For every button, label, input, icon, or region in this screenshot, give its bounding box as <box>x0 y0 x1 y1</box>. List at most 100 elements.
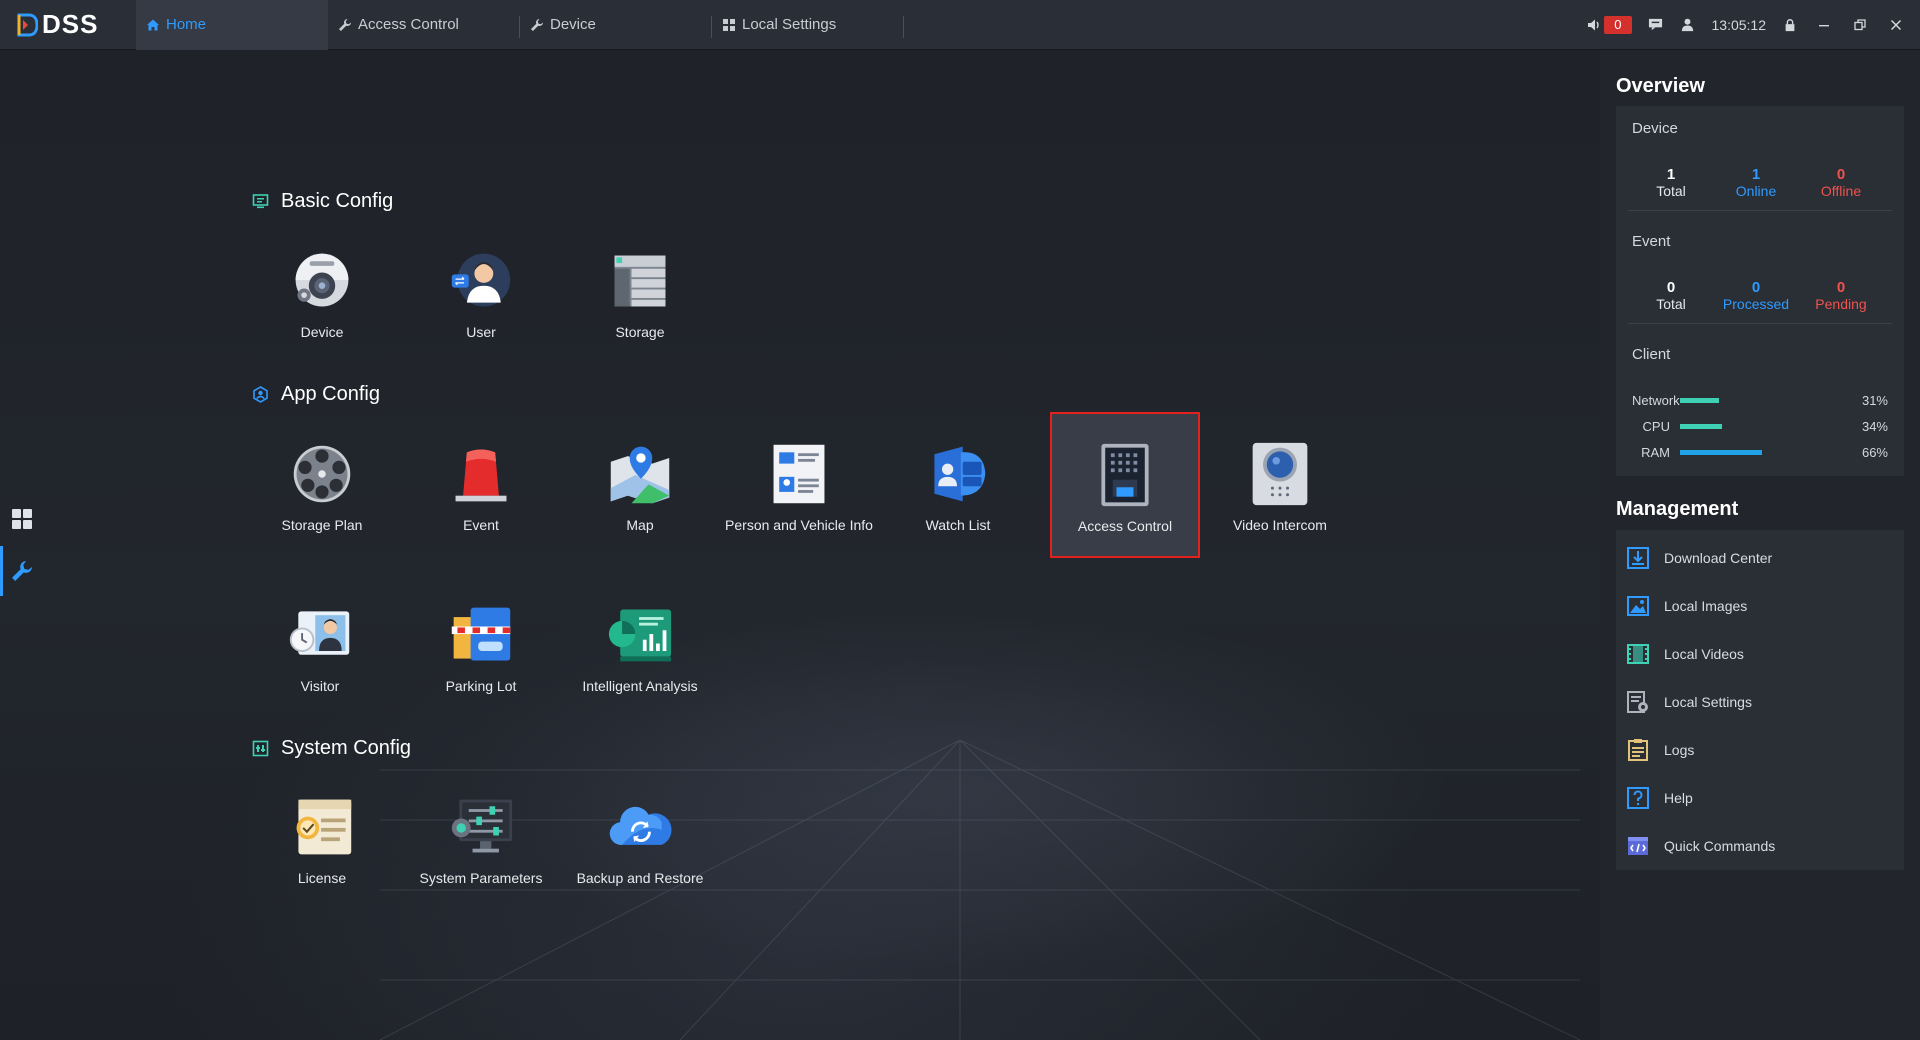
app-access-control-label: Access Control <box>1077 518 1173 534</box>
meter-cpu-fill <box>1680 423 1722 429</box>
app-device[interactable]: Device <box>247 246 397 341</box>
mgmt-logs[interactable]: Logs <box>1616 730 1904 770</box>
mgmt-local-settings-label: Local Settings <box>1664 694 1752 710</box>
clock-time: 13:05:12 <box>1711 16 1767 33</box>
siren-icon <box>446 439 516 509</box>
app-watch-list-label: Watch List <box>925 517 991 533</box>
visitor-icon <box>285 600 355 670</box>
management-card: Download Center Local Images Local Video… <box>1616 530 1904 870</box>
app-access-control[interactable]: Access Control <box>1050 412 1200 558</box>
speaker-icon <box>1586 17 1602 33</box>
tab-access-control[interactable]: Access Control <box>328 0 520 50</box>
tab-device-label: Device <box>550 16 596 33</box>
event-total-value: 0 <box>1666 279 1676 296</box>
user-icon <box>446 246 516 316</box>
app-user-label: User <box>466 324 496 340</box>
tab-home[interactable]: Home <box>136 0 328 50</box>
device-online[interactable]: 1 Online <box>1711 166 1801 200</box>
close-icon[interactable] <box>1886 15 1906 35</box>
meter-cpu-label: CPU <box>1642 418 1670 434</box>
app-license-label: License <box>297 870 347 886</box>
event-pending[interactable]: 0 Pending <box>1796 279 1886 313</box>
app-parking-lot-label: Parking Lot <box>445 678 517 694</box>
film-reel-icon <box>287 439 357 509</box>
message-icon[interactable] <box>1648 17 1664 33</box>
mgmt-help-label: Help <box>1664 790 1693 806</box>
left-rail <box>0 50 44 1040</box>
wrench-icon <box>12 561 32 581</box>
meter-network-fill <box>1680 397 1719 403</box>
tab-device[interactable]: Device <box>520 0 712 50</box>
meter-ram-fill <box>1680 449 1762 455</box>
app-event[interactable]: Event <box>406 439 556 534</box>
event-pending-value: 0 <box>1836 279 1846 296</box>
meter-cpu: CPU 34% <box>1632 418 1888 434</box>
settings-doc-icon <box>1627 691 1648 713</box>
app-system-parameters[interactable]: System Parameters <box>406 792 556 887</box>
management-title: Management <box>1616 498 1739 520</box>
section-app-config: App Config <box>252 383 380 406</box>
app-person-vehicle-info[interactable]: Person and Vehicle Info <box>724 439 874 534</box>
mgmt-local-videos[interactable]: Local Videos <box>1616 634 1904 674</box>
app-logo[interactable]: DSS <box>0 0 136 50</box>
restore-icon[interactable] <box>1850 15 1870 35</box>
app-intelligent-analysis[interactable]: Intelligent Analysis <box>565 600 715 695</box>
tab-access-control-label: Access Control <box>358 16 459 33</box>
app-backup-restore-label: Backup and Restore <box>576 870 704 886</box>
tab-local-settings-label: Local Settings <box>742 16 837 33</box>
app-storage-plan-label: Storage Plan <box>281 517 363 533</box>
app-config-icon <box>253 386 268 403</box>
app-visitor-label: Visitor <box>300 678 340 694</box>
app-parking-lot[interactable]: Parking Lot <box>406 600 556 695</box>
section-basic-config-title: Basic Config <box>281 190 394 212</box>
meter-cpu-value: 34% <box>1861 418 1888 434</box>
mgmt-download-center[interactable]: Download Center <box>1616 538 1904 578</box>
grid-icon <box>723 18 735 31</box>
mgmt-local-settings[interactable]: Local Settings <box>1616 682 1904 722</box>
app-storage[interactable]: Storage <box>565 246 715 341</box>
section-system-config-title: System Config <box>281 737 412 759</box>
app-map[interactable]: Map <box>565 439 715 534</box>
event-pending-label: Pending <box>1815 296 1867 312</box>
app-user[interactable]: User <box>406 246 556 341</box>
app-storage-plan[interactable]: Storage Plan <box>247 439 397 534</box>
section-basic-config: Basic Config <box>252 190 393 213</box>
device-total-value: 1 <box>1666 166 1676 183</box>
rail-apps[interactable] <box>0 494 44 544</box>
access-control-icon <box>1090 440 1160 510</box>
license-icon <box>287 792 357 862</box>
app-license[interactable]: License <box>247 792 397 887</box>
meter-ram-value: 66% <box>1861 444 1888 460</box>
lock-icon[interactable] <box>1782 17 1798 33</box>
device-total-label: Total <box>1656 183 1686 199</box>
meter-network-track <box>1680 397 1830 403</box>
logo-text: DSS <box>42 9 99 39</box>
app-watch-list[interactable]: Watch List <box>883 439 1033 534</box>
rail-config[interactable] <box>0 546 44 596</box>
tab-local-settings[interactable]: Local Settings <box>712 0 904 50</box>
mgmt-local-images-label: Local Images <box>1664 598 1748 614</box>
event-processed[interactable]: 0 Processed <box>1711 279 1801 313</box>
app-visitor[interactable]: Visitor <box>245 600 395 695</box>
film-icon <box>1627 644 1649 664</box>
device-offline[interactable]: 0 Offline <box>1796 166 1886 200</box>
app-backup-restore[interactable]: Backup and Restore <box>565 792 715 887</box>
app-intelligent-analysis-label: Intelligent Analysis <box>582 678 698 694</box>
mgmt-local-images[interactable]: Local Images <box>1616 586 1904 626</box>
app-storage-label: Storage <box>615 324 665 340</box>
mgmt-quick-commands[interactable]: Quick Commands <box>1616 826 1904 866</box>
command-icon <box>1628 837 1648 855</box>
user-icon[interactable] <box>1680 17 1696 33</box>
app-video-intercom-label: Video Intercom <box>1233 517 1327 533</box>
system-parameters-icon <box>446 792 516 862</box>
minimize-icon[interactable] <box>1814 15 1834 35</box>
alarm-indicator[interactable]: 0 <box>1586 15 1632 34</box>
event-processed-label: Processed <box>1722 296 1790 312</box>
mgmt-help[interactable]: Help <box>1616 778 1904 818</box>
app-person-vehicle-info-label: Person and Vehicle Info <box>725 517 873 533</box>
meter-ram-track <box>1680 449 1830 455</box>
device-icon <box>287 246 357 316</box>
parking-lot-icon <box>446 600 516 670</box>
mgmt-download-center-label: Download Center <box>1664 550 1773 566</box>
app-video-intercom[interactable]: Video Intercom <box>1205 439 1355 534</box>
